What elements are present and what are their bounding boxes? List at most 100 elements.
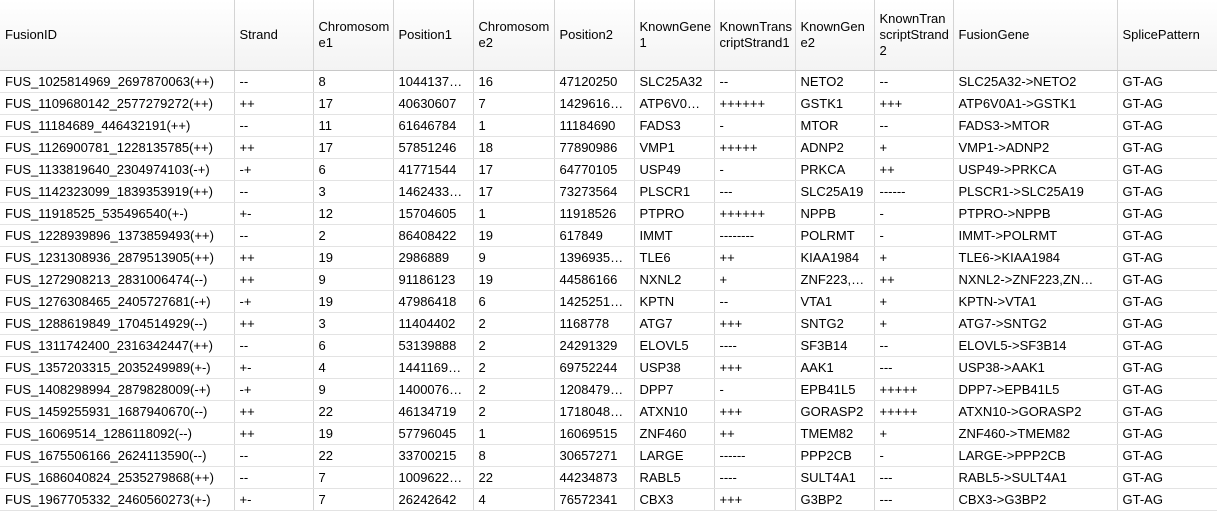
cell-strand[interactable]: ++	[234, 400, 314, 423]
cell-splicepattern[interactable]: GT-AG	[1117, 92, 1217, 115]
cell-strand[interactable]: +-	[234, 488, 314, 511]
cell-chromosome2[interactable]: 1	[473, 202, 555, 225]
cell-knowntranscriptstrand2[interactable]: +	[874, 290, 954, 313]
cell-knowngene2[interactable]: MTOR	[795, 114, 875, 137]
column-header-knowngene1[interactable]: KnownGene1	[634, 0, 715, 71]
cell-fusiongene[interactable]: ATG7->SNTG2	[953, 312, 1118, 335]
cell-fusiongene[interactable]: ATP6V0A1->GSTK1	[953, 92, 1118, 115]
cell-splicepattern[interactable]: GT-AG	[1117, 312, 1217, 335]
cell-fusiongene[interactable]: DPP7->EPB41L5	[953, 378, 1118, 401]
cell-knowntranscriptstrand2[interactable]: +++++	[874, 378, 954, 401]
cell-position1[interactable]: 2986889	[393, 246, 474, 269]
cell-knowntranscriptstrand2[interactable]: --	[874, 114, 954, 137]
cell-knowntranscriptstrand2[interactable]: +	[874, 246, 954, 269]
cell-position2[interactable]: 76572341	[554, 488, 635, 511]
cell-knowngene2[interactable]: VTA1	[795, 290, 875, 313]
cell-knowntranscriptstrand2[interactable]: ---	[874, 466, 954, 489]
cell-strand[interactable]: ++	[234, 422, 314, 445]
cell-knowngene1[interactable]: ATXN10	[634, 400, 715, 423]
cell-fusionid[interactable]: FUS_1357203315_2035249989(+-)	[0, 356, 235, 379]
table-row[interactable]: FUS_1967705332_2460560273(+-) +- 7 26242642…	[0, 488, 1217, 511]
cell-knowntranscriptstrand2[interactable]: ++	[874, 268, 954, 291]
cell-position1[interactable]: 61646784	[393, 114, 474, 137]
cell-position1[interactable]: 15704605	[393, 202, 474, 225]
cell-position2[interactable]: 44586166	[554, 268, 635, 291]
cell-chromosome1[interactable]: 9	[313, 378, 394, 401]
cell-fusionid[interactable]: FUS_1109680142_2577279272(++)	[0, 92, 235, 115]
cell-knowngene1[interactable]: NXNL2	[634, 268, 715, 291]
cell-position1[interactable]: 47986418	[393, 290, 474, 313]
cell-fusionid[interactable]: FUS_1142323099_1839353919(++)	[0, 180, 235, 203]
cell-position2[interactable]: 1425251…	[554, 290, 635, 313]
cell-fusiongene[interactable]: SLC25A32->NETO2	[953, 70, 1118, 93]
cell-position1[interactable]: 1441169…	[393, 356, 474, 379]
table-row[interactable]: FUS_1686040824_2535279868(++) -- 7 1009622……	[0, 466, 1217, 489]
cell-splicepattern[interactable]: GT-AG	[1117, 466, 1217, 489]
cell-chromosome2[interactable]: 2	[473, 334, 555, 357]
cell-knowngene2[interactable]: POLRMT	[795, 224, 875, 247]
cell-knowntranscriptstrand2[interactable]: ------	[874, 180, 954, 203]
cell-strand[interactable]: -+	[234, 158, 314, 181]
cell-fusiongene[interactable]: RABL5->SULT4A1	[953, 466, 1118, 489]
cell-knowngene2[interactable]: PRKCA	[795, 158, 875, 181]
cell-chromosome2[interactable]: 2	[473, 378, 555, 401]
cell-knowntranscriptstrand1[interactable]: ++++++	[714, 92, 796, 115]
cell-chromosome2[interactable]: 7	[473, 92, 555, 115]
cell-position2[interactable]: 47120250	[554, 70, 635, 93]
table-row[interactable]: FUS_1126900781_1228135785(++) ++ 17 5785124…	[0, 136, 1217, 159]
cell-knowntranscriptstrand1[interactable]: ++	[714, 422, 796, 445]
cell-fusionid[interactable]: FUS_1675506166_2624113590(--)	[0, 444, 235, 467]
cell-knowngene1[interactable]: ATP6V0…	[634, 92, 715, 115]
cell-chromosome2[interactable]: 2	[473, 312, 555, 335]
table-row[interactable]: FUS_1357203315_2035249989(+-) +- 4 1441169……	[0, 356, 1217, 379]
cell-splicepattern[interactable]: GT-AG	[1117, 70, 1217, 93]
cell-fusiongene[interactable]: IMMT->POLRMT	[953, 224, 1118, 247]
cell-position1[interactable]: 41771544	[393, 158, 474, 181]
cell-splicepattern[interactable]: GT-AG	[1117, 224, 1217, 247]
cell-position1[interactable]: 33700215	[393, 444, 474, 467]
cell-knowntranscriptstrand1[interactable]: +++	[714, 488, 796, 511]
cell-strand[interactable]: -+	[234, 378, 314, 401]
cell-strand[interactable]: --	[234, 224, 314, 247]
cell-position2[interactable]: 11918526	[554, 202, 635, 225]
cell-splicepattern[interactable]: GT-AG	[1117, 268, 1217, 291]
cell-fusiongene[interactable]: ATXN10->GORASP2	[953, 400, 1118, 423]
cell-chromosome2[interactable]: 6	[473, 290, 555, 313]
cell-position1[interactable]: 1462433…	[393, 180, 474, 203]
cell-knowntranscriptstrand2[interactable]: --	[874, 70, 954, 93]
cell-chromosome2[interactable]: 22	[473, 466, 555, 489]
cell-knowngene2[interactable]: G3BP2	[795, 488, 875, 511]
table-row[interactable]: FUS_1228939896_1373859493(++) -- 2 86408422…	[0, 224, 1217, 247]
cell-splicepattern[interactable]: GT-AG	[1117, 334, 1217, 357]
cell-chromosome2[interactable]: 19	[473, 268, 555, 291]
cell-knowntranscriptstrand1[interactable]: --	[714, 70, 796, 93]
cell-chromosome1[interactable]: 6	[313, 158, 394, 181]
cell-knowntranscriptstrand2[interactable]: +	[874, 422, 954, 445]
cell-position2[interactable]: 16069515	[554, 422, 635, 445]
cell-position2[interactable]: 1429616…	[554, 92, 635, 115]
cell-chromosome2[interactable]: 18	[473, 136, 555, 159]
cell-strand[interactable]: ++	[234, 312, 314, 335]
table-row[interactable]: FUS_1231308936_2879513905(++) ++ 19 2986889…	[0, 246, 1217, 269]
cell-fusiongene[interactable]: CBX3->G3BP2	[953, 488, 1118, 511]
cell-knowngene1[interactable]: PTPRO	[634, 202, 715, 225]
cell-fusionid[interactable]: FUS_1967705332_2460560273(+-)	[0, 488, 235, 511]
cell-position1[interactable]: 40630607	[393, 92, 474, 115]
cell-strand[interactable]: --	[234, 466, 314, 489]
cell-fusiongene[interactable]: LARGE->PPP2CB	[953, 444, 1118, 467]
table-row[interactable]: FUS_11918525_535496540(+-) +- 12 15704605 1 1…	[0, 202, 1217, 225]
cell-knowntranscriptstrand1[interactable]: --------	[714, 224, 796, 247]
table-row[interactable]: FUS_1459255931_1687940670(--) ++ 22 4613471…	[0, 400, 1217, 423]
cell-knowngene1[interactable]: DPP7	[634, 378, 715, 401]
cell-knowngene1[interactable]: IMMT	[634, 224, 715, 247]
cell-strand[interactable]: ++	[234, 268, 314, 291]
cell-position2[interactable]: 11184690	[554, 114, 635, 137]
cell-fusionid[interactable]: FUS_1276308465_2405727681(-+)	[0, 290, 235, 313]
cell-chromosome2[interactable]: 9	[473, 246, 555, 269]
cell-chromosome2[interactable]: 2	[473, 400, 555, 423]
cell-fusiongene[interactable]: TLE6->KIAA1984	[953, 246, 1118, 269]
cell-fusionid[interactable]: FUS_1686040824_2535279868(++)	[0, 466, 235, 489]
cell-knowngene1[interactable]: ZNF460	[634, 422, 715, 445]
cell-chromosome2[interactable]: 19	[473, 224, 555, 247]
cell-knowntranscriptstrand1[interactable]: --	[714, 290, 796, 313]
